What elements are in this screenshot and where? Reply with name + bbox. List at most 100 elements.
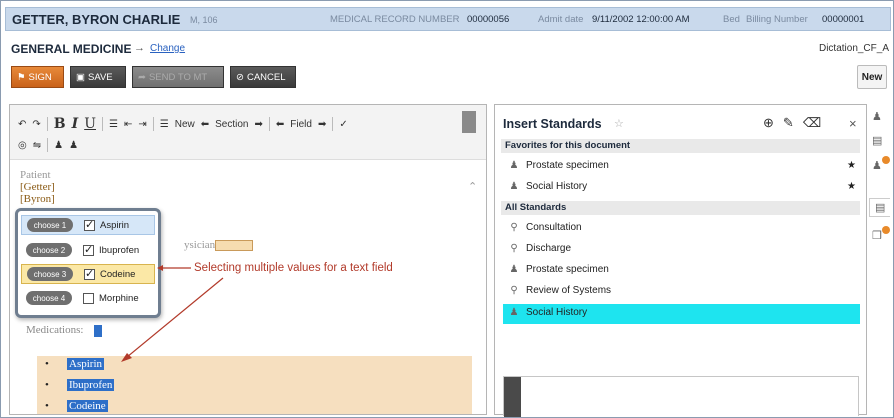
choose-option[interactable]: choose 4 Morphine [21, 288, 155, 308]
favorite-item[interactable]: ♟ Social History [509, 181, 588, 192]
add-icon[interactable]: ⊕ [763, 115, 774, 131]
standard-item[interactable]: ⚲ Consultation [509, 222, 582, 233]
choose-tag: choose 2 [26, 243, 72, 257]
bold-icon[interactable]: B [54, 116, 66, 132]
bullet: • [45, 379, 49, 391]
editor-toolbar: ↶ ↷ B I U ☰ ⇤ ⇥ ☰ New ⬅ Section ➡ ⬅ Fiel… [10, 105, 486, 160]
toolbar-divider [102, 117, 103, 131]
trash-icon[interactable]: ⌫ [803, 115, 821, 131]
new-section-icon[interactable]: ☰ [160, 119, 169, 130]
binoculars-icon[interactable]: ◎ [18, 140, 27, 151]
physician-field[interactable] [215, 240, 253, 251]
choose-option[interactable]: choose 3 Codeine [21, 264, 155, 284]
toolbar-divider [46, 117, 48, 131]
people-icon: ♟ [509, 181, 519, 192]
people-icon[interactable]: ♟ [872, 159, 882, 172]
copy-icon[interactable]: ❒ [872, 229, 882, 242]
sign-button[interactable]: ⚑ SIGN [11, 66, 64, 88]
bookmark-icon[interactable] [462, 111, 476, 133]
choose-option[interactable]: choose 2 Ibuprofen [21, 240, 155, 260]
section-label: Section [215, 118, 249, 130]
item-label: Consultation [526, 222, 582, 233]
people-icon: ♟ [509, 264, 519, 275]
italic-icon[interactable]: I [72, 116, 79, 132]
user-icon[interactable]: ♟ [872, 110, 882, 123]
standard-preview [503, 376, 859, 417]
standards-tab-icon[interactable]: ▤ [869, 198, 891, 217]
document-icon[interactable]: ▤ [872, 134, 882, 147]
medication-list[interactable]: • Aspirin • Ibuprofen • Codeine [37, 356, 472, 414]
new-button[interactable]: New [857, 65, 887, 89]
redo-icon[interactable]: ↷ [32, 119, 40, 130]
item-label: Prostate specimen [526, 160, 609, 171]
change-link[interactable]: Change [150, 43, 185, 54]
annotation-text: Selecting multiple values for a text fie… [194, 262, 393, 274]
option-label: Aspirin [100, 219, 130, 231]
medication-value[interactable]: Ibuprofen [67, 379, 115, 391]
edit-icon[interactable]: ✎ [783, 115, 794, 131]
checkbox[interactable] [83, 292, 94, 304]
text-cursor [94, 325, 102, 337]
underline-icon[interactable]: U [84, 116, 96, 132]
save-button[interactable]: ▣ SAVE [70, 66, 126, 88]
last-name-field[interactable]: [Getter] [20, 181, 55, 193]
sign-label: SIGN [28, 71, 52, 83]
save-label: SAVE [87, 71, 113, 83]
find-replace-icon[interactable]: ⇋ [33, 140, 41, 151]
document-body[interactable]: Patient [Getter] [Byron] [20, 169, 55, 205]
bullet-list-icon[interactable]: ☰ [109, 119, 118, 130]
send-icon: ➦ [138, 71, 146, 83]
favorite-star-icon[interactable]: ★ [847, 181, 856, 192]
choose-tag: choose 1 [27, 218, 73, 232]
pin-icon: ⚲ [510, 285, 518, 296]
option-label: Ibuprofen [99, 244, 140, 256]
new-label[interactable]: New [175, 119, 195, 130]
arrow-right-icon[interactable]: ➡ [254, 119, 262, 130]
medication-value[interactable]: Aspirin [67, 358, 104, 370]
panel-actions: ⊕ ✎ ⌫ [763, 115, 821, 131]
indent-icon[interactable]: ⇥ [138, 119, 146, 130]
item-label: Social History [526, 307, 588, 318]
right-rail: ♟ ▤ ♟ ▤ ❒ [868, 104, 892, 415]
favorite-item[interactable]: ♟ Prostate specimen [509, 160, 609, 171]
billing-value: 00000001 [822, 14, 865, 25]
standard-item[interactable]: ♟ Prostate specimen [509, 264, 609, 275]
toolbar-divider [152, 117, 154, 131]
all-standards-heading: All Standards [501, 201, 860, 215]
medication-value[interactable]: Codeine [67, 400, 108, 412]
service-name: GENERAL MEDICINE [11, 42, 132, 56]
standard-item[interactable]: ⚲ Discharge [509, 243, 571, 254]
checkbox[interactable] [84, 267, 95, 280]
undo-icon[interactable]: ↶ [18, 119, 26, 130]
send-to-mt-button[interactable]: ➦ SEND TO MT [132, 66, 224, 88]
admit-label: Admit date [538, 14, 584, 25]
standard-item[interactable]: ⚲ Review of Systems [509, 285, 611, 296]
user-icon[interactable]: ♟ [54, 140, 63, 151]
admit-value: 9/11/2002 12:00:00 AM [592, 14, 690, 25]
first-name-field[interactable]: [Byron] [20, 193, 55, 205]
chevron-up-icon[interactable]: ⌃ [468, 180, 477, 193]
spellcheck-icon[interactable]: ✓ [339, 119, 347, 130]
choose-option[interactable]: choose 1 Aspirin [21, 215, 155, 235]
checkbox[interactable] [83, 243, 94, 256]
preview-gutter [504, 377, 521, 417]
app-frame: GETTER, BYRON CHARLIE M, 106 MEDICAL REC… [0, 0, 894, 418]
arrow-left-icon[interactable]: ⬅ [276, 119, 284, 130]
bullet: • [45, 358, 49, 370]
star-icon[interactable]: ☆ [614, 117, 624, 130]
arrow-right-icon[interactable]: ➡ [318, 119, 326, 130]
patient-label: Patient [20, 169, 51, 181]
user-icon[interactable]: ♟ [69, 140, 78, 151]
favorite-star-icon[interactable]: ★ [847, 160, 856, 171]
bed-label: Bed [723, 14, 740, 25]
patient-meta: M, 106 [190, 15, 218, 25]
arrow-left-icon[interactable]: ⬅ [201, 119, 209, 130]
close-icon[interactable]: × [849, 116, 857, 131]
people-icon: ♟ [509, 307, 519, 318]
standard-item-selected[interactable]: ♟ Social History [509, 307, 588, 318]
patient-name: GETTER, BYRON CHARLIE [12, 12, 181, 27]
cancel-label: CANCEL [246, 71, 286, 83]
cancel-button[interactable]: ⊘ CANCEL [230, 66, 296, 88]
outdent-icon[interactable]: ⇤ [124, 119, 132, 130]
checkbox[interactable] [84, 218, 95, 231]
